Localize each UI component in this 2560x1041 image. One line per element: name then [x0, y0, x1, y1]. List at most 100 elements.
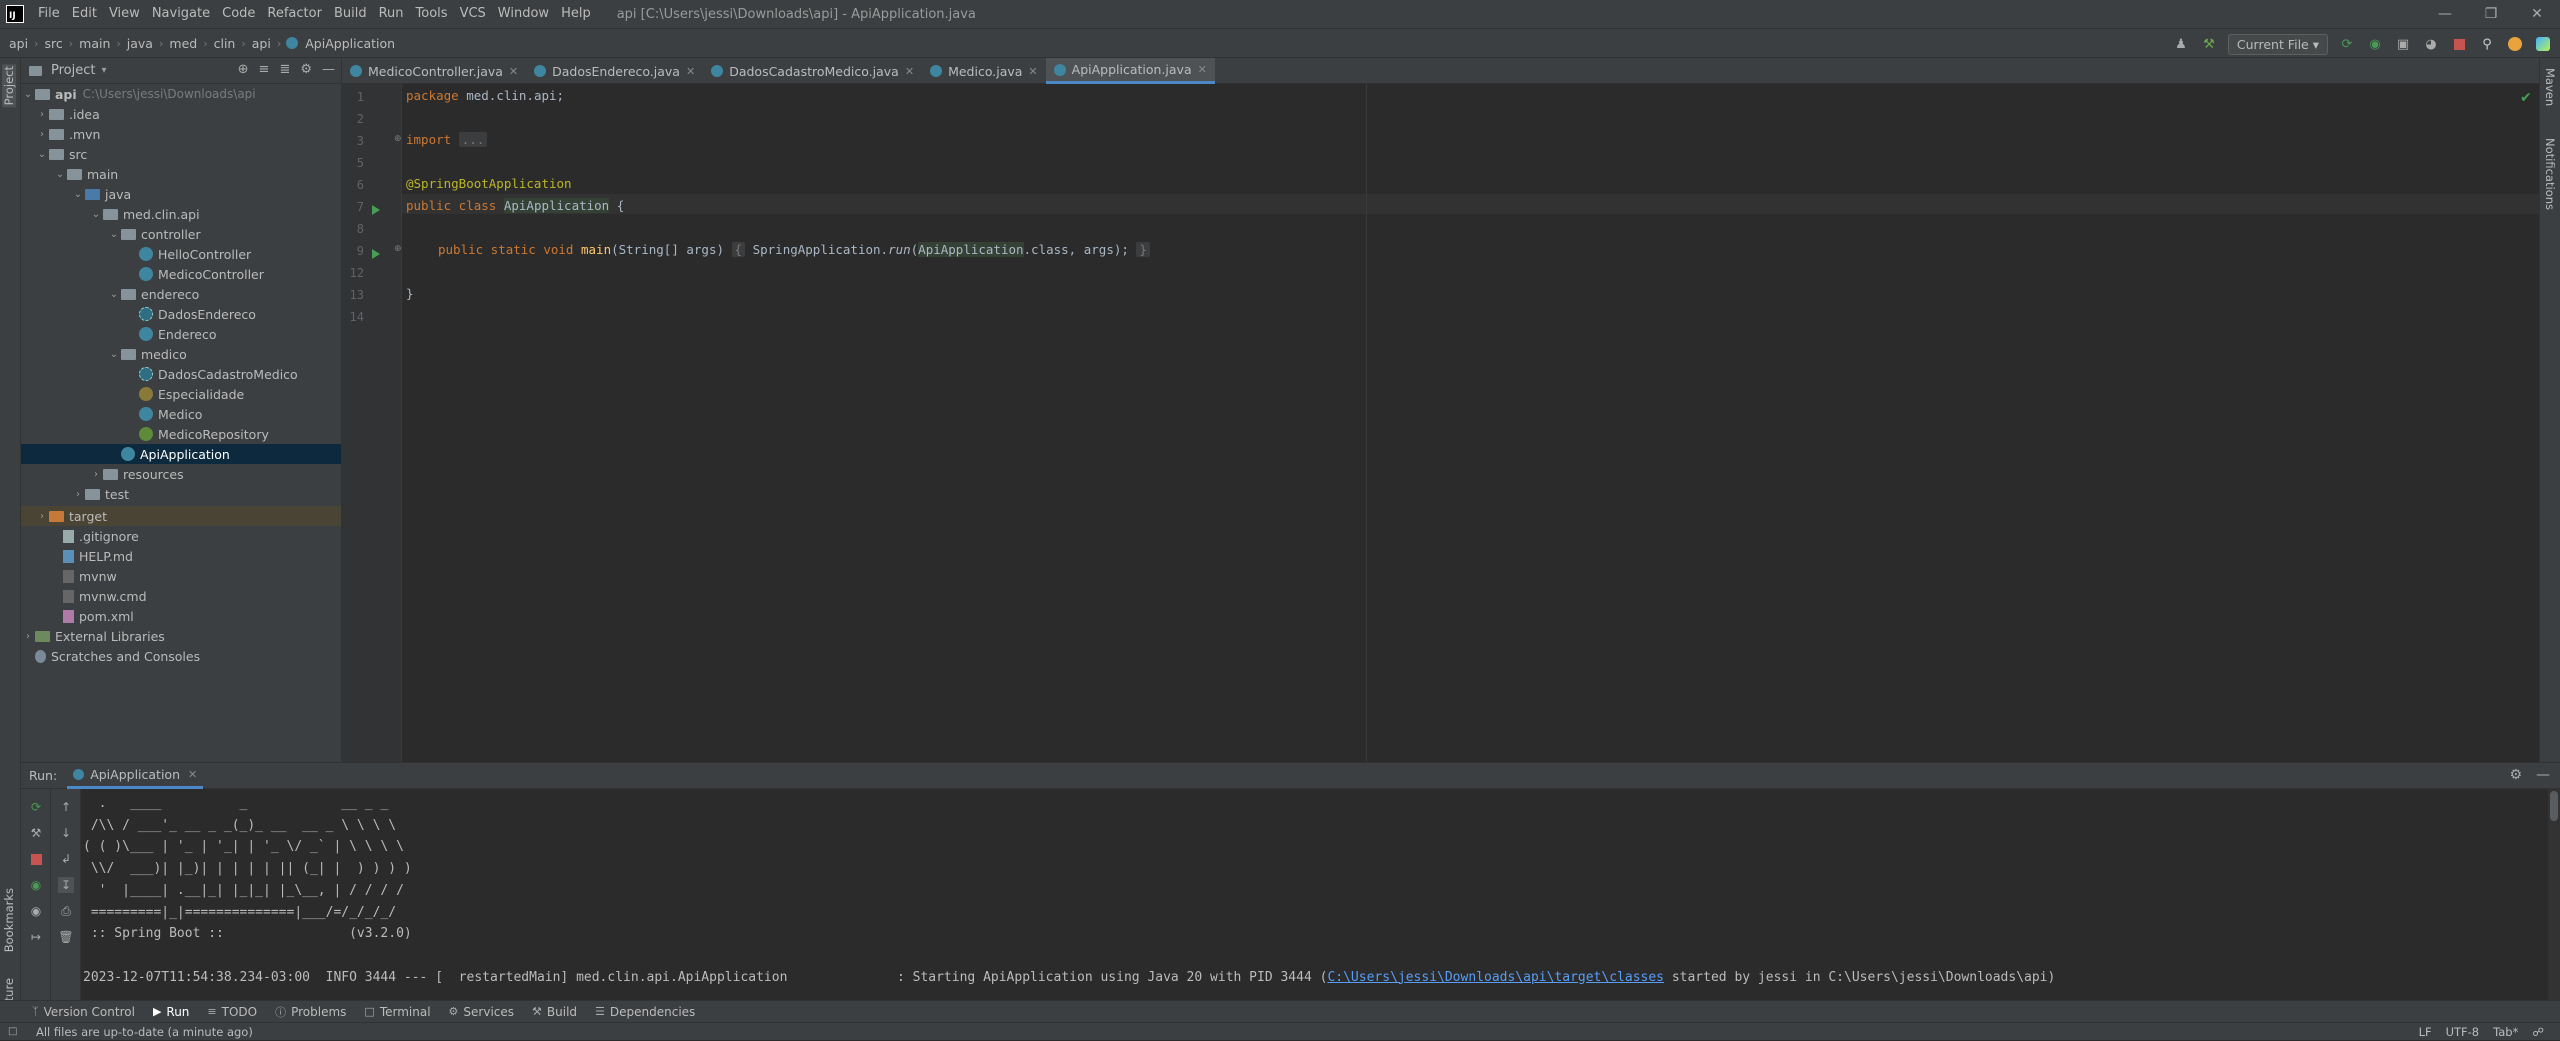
close-icon[interactable]: ✕ — [905, 65, 914, 78]
minimize-icon[interactable]: — — [2422, 0, 2468, 28]
arrow-up-icon[interactable]: ↑ — [58, 799, 74, 815]
tool-build[interactable]: ⚒ Build — [532, 1005, 577, 1019]
tree-item-medicocontroller[interactable]: MedicoController — [139, 264, 264, 284]
tree-item-java[interactable]: ⌄ java — [71, 184, 131, 204]
build-hammer-icon[interactable]: ⚒ — [2200, 35, 2218, 53]
gear-icon[interactable]: ⚙ — [300, 62, 312, 77]
tree-item-endereco[interactable]: Endereco — [139, 324, 217, 344]
chevron-down-icon[interactable]: ▾ — [101, 65, 106, 76]
lock-icon[interactable]: ☍ — [2532, 1025, 2544, 1039]
close-icon[interactable]: ✕ — [1028, 65, 1037, 78]
arrow-down-icon[interactable]: ↓ — [58, 825, 74, 841]
chevron-right-icon[interactable]: › — [71, 489, 85, 500]
console-output[interactable]: . ____ _ __ _ _ /\\ / ___'_ __ _ _(_)_ _… — [83, 793, 2055, 988]
tree-item-medico[interactable]: Medico — [139, 404, 202, 424]
tree-item-endereco-package[interactable]: ⌄ endereco — [107, 284, 200, 304]
chevron-right-icon[interactable]: › — [89, 469, 103, 480]
chevron-right-icon[interactable]: › — [35, 109, 49, 120]
search-icon[interactable]: ⚲ — [2478, 35, 2496, 53]
tool-services[interactable]: ⚙ Services — [449, 1005, 514, 1019]
trash-icon[interactable]: 🗑 — [58, 929, 74, 945]
tab-dadoscadastromedico[interactable]: DadosCadastroMedico.java ✕ — [703, 58, 922, 84]
fold-icon[interactable]: ⊕ — [394, 134, 402, 144]
hide-icon[interactable]: — — [322, 62, 335, 77]
tool-terminal[interactable]: □ Terminal — [364, 1005, 430, 1019]
menu-help[interactable]: Help — [555, 0, 597, 28]
tree-item-hellocontroller[interactable]: HelloController — [139, 244, 251, 264]
chevron-down-icon[interactable]: ⌄ — [35, 149, 49, 160]
log-path-link[interactable]: C:\Users\jessi\Downloads\api\target\clas… — [1327, 970, 1664, 985]
coverage-icon[interactable]: ▣ — [2394, 35, 2412, 53]
menu-build[interactable]: Build — [328, 0, 373, 28]
profile-icon[interactable]: ◕ — [2422, 35, 2440, 53]
scroll-to-end-icon[interactable]: ↧ — [58, 877, 74, 893]
restore-icon[interactable]: ❐ — [2468, 0, 2514, 28]
app-logo-icon[interactable]: IJ — [6, 5, 24, 23]
encoding-widget[interactable]: UTF-8 — [2446, 1025, 2480, 1039]
tree-item-medico-package[interactable]: ⌄ medico — [107, 344, 187, 364]
chevron-right-icon[interactable]: › — [21, 631, 35, 642]
breadcrumb-main[interactable]: main — [76, 36, 113, 51]
menu-file[interactable]: File — [32, 0, 66, 28]
editor-gutter[interactable]: 1 2 3 5 6 7 8 9 12 13 14 ⊕ ⊕ — [342, 84, 402, 762]
tab-medicocontroller[interactable]: MedicoController.java ✕ — [342, 58, 526, 84]
scrollbar-thumb[interactable] — [2550, 791, 2558, 821]
status-message[interactable]: All files are up-to-date (a minute ago) — [36, 1025, 253, 1039]
tab-medico[interactable]: Medico.java ✕ — [922, 58, 1046, 84]
breadcrumb-apiapplication[interactable]: ApiApplication — [302, 36, 398, 51]
tab-apiapplication[interactable]: ApiApplication.java ✕ — [1045, 58, 1215, 84]
tool-todo[interactable]: ≡ TODO — [207, 1005, 257, 1019]
chevron-down-icon[interactable]: ⌄ — [53, 169, 67, 180]
tool-run[interactable]: ▶ Run — [153, 1005, 189, 1019]
tool-windows-toggle-icon[interactable]: □ — [8, 1026, 17, 1037]
wrench-icon[interactable]: ⚒ — [28, 825, 44, 841]
tree-item-mvnw[interactable]: mvnw — [63, 566, 117, 586]
folded-body-close[interactable]: } — [1136, 242, 1150, 257]
update-icon[interactable] — [2506, 35, 2524, 53]
tree-item-src[interactable]: ⌄ src — [35, 144, 87, 164]
debug-icon[interactable]: ◉ — [28, 877, 44, 893]
folded-body-open[interactable]: { — [731, 242, 746, 257]
close-window-icon[interactable]: ✕ — [2514, 0, 2560, 28]
menu-view[interactable]: View — [103, 0, 146, 28]
bookmarks-tool-button[interactable]: Bookmarks — [2, 888, 16, 952]
breadcrumb-api-package[interactable]: api — [249, 36, 274, 51]
tab-dadosendereco[interactable]: DadosEndereco.java ✕ — [526, 58, 703, 84]
breadcrumb-src[interactable]: src — [41, 36, 65, 51]
tree-item-apiapplication[interactable]: ApiApplication — [121, 444, 230, 464]
run-tab-apiapplication[interactable]: ApiApplication ✕ — [67, 763, 204, 789]
fold-icon[interactable]: ⊕ — [394, 244, 402, 254]
tree-item-mvn[interactable]: › .mvn — [35, 124, 100, 144]
chevron-right-icon[interactable]: › — [35, 129, 49, 140]
indent-widget[interactable]: Tab* — [2493, 1025, 2518, 1039]
tree-item-medicorepository[interactable]: MedicoRepository — [139, 424, 269, 444]
tree-item-help-md[interactable]: HELP.md — [63, 546, 133, 566]
tool-problems[interactable]: ⓘ Problems — [275, 1004, 346, 1020]
notifications-tool-button[interactable]: Notifications — [2543, 138, 2557, 210]
maven-tool-button[interactable]: Maven — [2543, 68, 2557, 106]
locate-icon[interactable]: ⊕ — [238, 62, 249, 77]
run-class-icon[interactable] — [372, 205, 380, 215]
tree-item-main[interactable]: ⌄ main — [53, 164, 118, 184]
jetbrains-ai-icon[interactable] — [2534, 35, 2552, 53]
breadcrumb-api[interactable]: api — [6, 36, 31, 51]
run-main-icon[interactable] — [372, 249, 380, 259]
menu-window[interactable]: Window — [492, 0, 555, 28]
tree-item-mvnw-cmd[interactable]: mvnw.cmd — [63, 586, 147, 606]
chevron-down-icon[interactable]: ⌄ — [107, 229, 121, 240]
menu-navigate[interactable]: Navigate — [146, 0, 216, 28]
tree-item-scratches[interactable]: Scratches and Consoles — [35, 646, 200, 666]
tree-item-test[interactable]: › test — [71, 484, 129, 504]
menu-run[interactable]: Run — [373, 0, 410, 28]
breadcrumb-clin[interactable]: clin — [211, 36, 239, 51]
breadcrumb-med[interactable]: med — [166, 36, 200, 51]
debug-icon[interactable]: ◉ — [2366, 35, 2384, 53]
menu-tools[interactable]: Tools — [410, 0, 454, 28]
run-configuration-dropdown[interactable]: Current File ▾ — [2227, 33, 2328, 55]
inspection-ok-icon[interactable]: ✔ — [2520, 90, 2532, 106]
user-icon[interactable]: ♟ — [2172, 35, 2190, 53]
soft-wrap-icon[interactable]: ↲ — [58, 851, 74, 867]
gear-icon[interactable]: ⚙ — [2509, 767, 2522, 783]
console-scrollbar[interactable] — [2548, 789, 2560, 1023]
menu-code[interactable]: Code — [216, 0, 261, 28]
